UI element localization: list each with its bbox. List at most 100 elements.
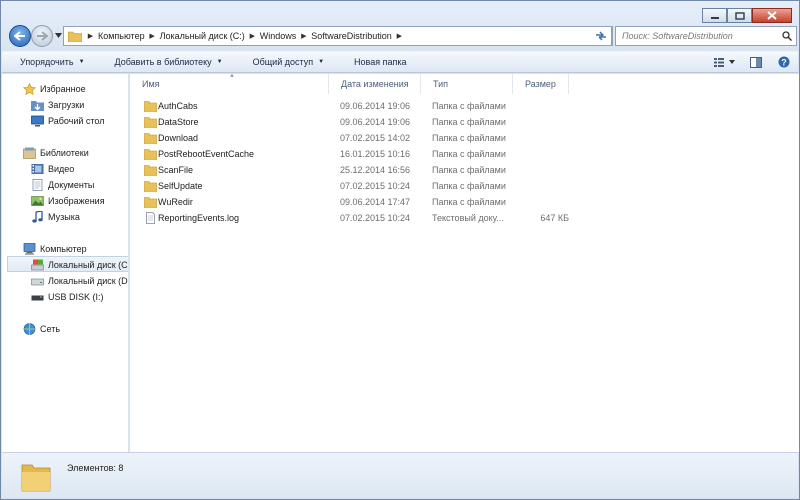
- recent-pages-dropdown-icon[interactable]: [55, 33, 62, 38]
- file-row-authcabs[interactable]: AuthCabs 09.06.2014 19:06 Папка с файлам…: [130, 98, 799, 114]
- folder-icon: [68, 31, 82, 42]
- minimize-icon: [710, 16, 719, 19]
- nav-item-pictures-label: Изображения: [48, 196, 105, 206]
- star-icon: [22, 83, 36, 96]
- breadcrumb-separator-icon[interactable]: ▶: [248, 27, 257, 45]
- change-view-button[interactable]: [708, 52, 742, 72]
- column-header-date[interactable]: Дата изменения: [329, 74, 421, 94]
- nav-item-local-disk-d[interactable]: Локальный диск (D: [30, 274, 128, 288]
- maximize-icon: [734, 11, 745, 20]
- back-arrow-icon: [14, 31, 25, 41]
- column-header-size-label: Размер: [525, 79, 556, 89]
- file-row-scanfile[interactable]: ScanFile 25.12.2014 16:56 Папка с файлам…: [130, 162, 799, 178]
- folder-icon: [143, 164, 157, 176]
- nav-computer[interactable]: Компьютер: [22, 242, 87, 256]
- music-icon: [30, 211, 44, 224]
- folder-icon: [143, 132, 157, 144]
- file-row-postrebooteventcache[interactable]: PostRebootEventCache 16.01.2015 10:16 Па…: [130, 146, 799, 162]
- file-name: ReportingEvents.log: [158, 213, 240, 223]
- items-count: Элементов: 8: [67, 463, 124, 473]
- help-button[interactable]: ?: [770, 52, 798, 72]
- file-type: Папка с файлами: [432, 133, 506, 143]
- breadcrumb-separator-icon[interactable]: ▶: [86, 27, 95, 45]
- breadcrumb-separator-icon[interactable]: ▶: [148, 27, 157, 45]
- nav-favorites[interactable]: Избранное: [22, 82, 86, 96]
- documents-icon: [30, 179, 44, 192]
- breadcrumb-windows[interactable]: Windows: [257, 27, 300, 45]
- organize-label: Упорядочить: [20, 57, 74, 67]
- folder-icon: [143, 100, 157, 112]
- column-header-name[interactable]: ▲ Имя: [130, 73, 329, 94]
- nav-item-downloads[interactable]: Загрузки: [30, 98, 84, 112]
- file-name-cell: SelfUpdate: [130, 180, 329, 192]
- search-box[interactable]: Поиск: SoftwareDistribution: [615, 26, 797, 46]
- file-name: DataStore: [158, 117, 199, 127]
- search-button[interactable]: [778, 31, 796, 41]
- command-bar: Упорядочить ▼ Добавить в библиотеку ▼ Общи…: [2, 51, 798, 73]
- chevron-down-icon: ▼: [318, 59, 325, 65]
- file-name-cell: PostRebootEventCache: [130, 148, 329, 160]
- nav-libraries-label: Библиотеки: [40, 148, 89, 158]
- window-controls: [702, 8, 792, 23]
- add-to-library-button[interactable]: Добавить в библиотеку ▼: [97, 52, 235, 72]
- column-header-date-label: Дата изменения: [341, 79, 409, 89]
- nav-network[interactable]: Сеть: [22, 322, 60, 336]
- view-list-icon: [714, 57, 735, 67]
- nav-item-desktop[interactable]: Рабочий стол: [30, 114, 105, 128]
- file-date: 09.06.2014 19:06: [340, 101, 411, 111]
- file-row-download[interactable]: Download 07.02.2015 14:02 Папка с файлам…: [130, 130, 799, 146]
- breadcrumb-softwaredistribution[interactable]: SoftwareDistribution: [308, 27, 395, 45]
- refresh-button[interactable]: [590, 26, 612, 46]
- forward-button[interactable]: [31, 25, 53, 47]
- breadcrumb-computer[interactable]: Компьютер: [95, 27, 148, 45]
- nav-item-usb-disk[interactable]: USB DISK (I:): [30, 290, 104, 304]
- new-folder-button[interactable]: Новая папка: [336, 52, 418, 72]
- computer-icon: [22, 243, 36, 256]
- network-icon: [22, 323, 36, 336]
- organize-menu-button[interactable]: Упорядочить ▼: [2, 52, 97, 72]
- breadcrumb-separator-icon[interactable]: ▶: [395, 27, 404, 45]
- column-header-size[interactable]: Размер: [513, 74, 569, 94]
- folder-icon: [143, 196, 157, 208]
- pictures-icon: [30, 195, 44, 208]
- breadcrumb-local-disk-c[interactable]: Локальный диск (C:): [157, 27, 248, 45]
- nav-item-local-disk-d-label: Локальный диск (D: [48, 276, 128, 286]
- chevron-down-icon: ▼: [78, 59, 85, 65]
- file-row-datastore[interactable]: DataStore 09.06.2014 19:06 Папка с файла…: [130, 114, 799, 130]
- minimize-button[interactable]: [702, 8, 727, 23]
- address-bar[interactable]: ▶ Компьютер ▶ Локальный диск (C:) ▶ Wind…: [63, 26, 613, 46]
- nav-libraries[interactable]: Библиотеки: [22, 146, 89, 160]
- file-row-reportingevents-log[interactable]: ReportingEvents.log 07.02.2015 10:24 Тек…: [130, 210, 799, 226]
- close-button[interactable]: [752, 8, 792, 23]
- file-type: Папка с файлами: [432, 197, 506, 207]
- file-name: Download: [158, 133, 199, 143]
- file-name-cell: Download: [130, 132, 329, 144]
- maximize-button[interactable]: [727, 8, 752, 23]
- new-folder-label: Новая папка: [354, 57, 407, 67]
- file-name: PostRebootEventCache: [158, 149, 255, 159]
- add-to-library-label: Добавить в библиотеку: [114, 57, 212, 67]
- nav-item-music[interactable]: Музыка: [30, 210, 80, 224]
- nav-item-local-disk-c[interactable]: Локальный диск (C: [30, 258, 128, 272]
- back-button[interactable]: [9, 25, 31, 47]
- file-row-selfupdate[interactable]: SelfUpdate 07.02.2015 10:24 Папка с файл…: [130, 178, 799, 194]
- nav-item-video[interactable]: Видео: [30, 162, 74, 176]
- back-forward-group: [9, 24, 65, 49]
- nav-item-music-label: Музыка: [48, 212, 80, 222]
- chevron-down-icon: ▼: [216, 59, 223, 65]
- nav-item-desktop-label: Рабочий стол: [48, 116, 105, 126]
- nav-item-usb-disk-label: USB DISK (I:): [48, 292, 104, 302]
- file-date: 09.06.2014 19:06: [340, 117, 411, 127]
- folder-icon: [143, 116, 157, 128]
- share-button[interactable]: Общий доступ ▼: [235, 52, 336, 72]
- nav-item-pictures[interactable]: Изображения: [30, 194, 105, 208]
- search-input[interactable]: Поиск: SoftwareDistribution: [616, 31, 778, 41]
- preview-pane-button[interactable]: [742, 52, 770, 72]
- breadcrumb-separator-icon[interactable]: ▶: [299, 27, 308, 45]
- nav-network-label: Сеть: [40, 324, 61, 334]
- nav-favorites-label: Избранное: [40, 84, 86, 94]
- nav-item-documents[interactable]: Документы: [30, 178, 94, 192]
- column-header-type[interactable]: Тип: [421, 74, 513, 94]
- file-row-wuredir[interactable]: WuRedir 09.06.2014 17:47 Папка с файлами: [130, 194, 799, 210]
- file-type: Папка с файлами: [432, 101, 506, 111]
